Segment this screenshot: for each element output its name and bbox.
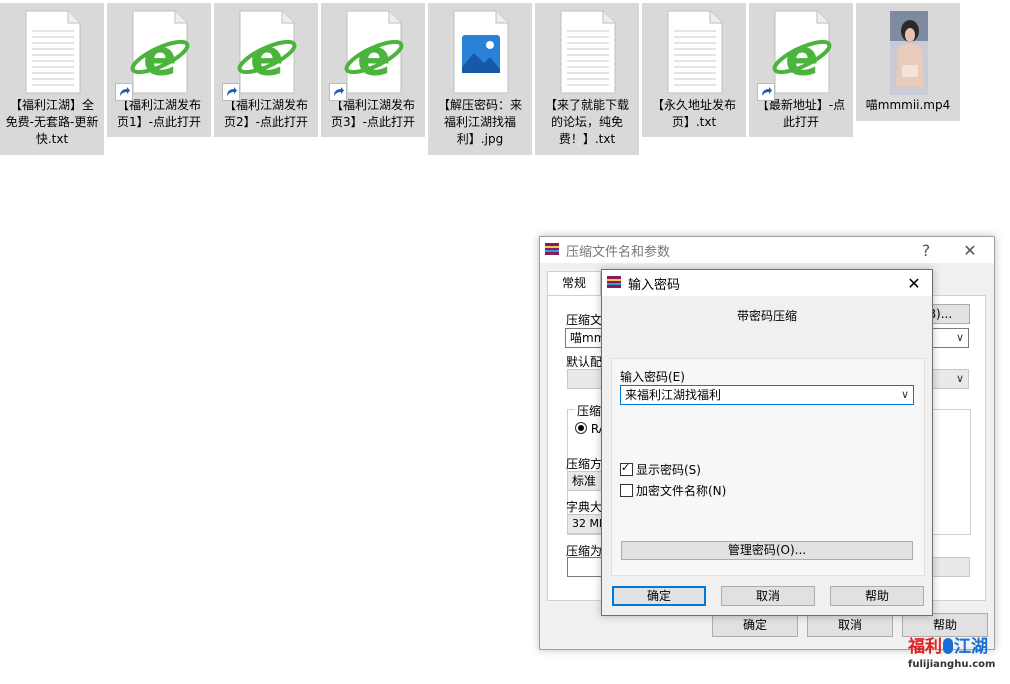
checkbox-checked-icon bbox=[620, 461, 633, 476]
video-thumbnail bbox=[868, 7, 948, 97]
file-label: 【福利江湖发布页3】-点此打开 bbox=[330, 98, 415, 129]
ie-browser-icon: e bbox=[222, 7, 306, 101]
dictionary-label: 字典大 bbox=[566, 500, 603, 514]
image-file-icon bbox=[440, 7, 520, 97]
tab-general[interactable]: 常规 bbox=[547, 271, 601, 296]
watermark-text-left: 福利 bbox=[908, 637, 942, 657]
default-profile-label: 默认配 bbox=[566, 355, 603, 369]
desktop-file-area: 【福利江湖】全免费-无套路-更新快.txt e 【福利江湖发布页1】-点此打开 … bbox=[0, 0, 1010, 160]
winrar-icon bbox=[544, 241, 560, 260]
watermark-url: fulijianghu.com bbox=[908, 659, 996, 670]
manage-passwords-button[interactable]: 管理密码(O)... bbox=[621, 541, 913, 560]
svg-text:e: e bbox=[357, 29, 391, 87]
password-heading: 带密码压缩 bbox=[736, 309, 797, 323]
chevron-down-icon: ∨ bbox=[900, 388, 909, 401]
show-password-checkbox[interactable]: 显示密码(S) bbox=[620, 461, 701, 478]
text-file-icon bbox=[654, 7, 734, 97]
password-cancel-button[interactable]: 取消 bbox=[721, 586, 815, 606]
file-label: 【福利江湖】全免费-无套路-更新快.txt bbox=[5, 98, 99, 146]
file-item-release-page-1[interactable]: e 【福利江湖发布页1】-点此打开 bbox=[107, 3, 211, 137]
file-label: 【福利江湖发布页1】-点此打开 bbox=[116, 98, 201, 129]
close-icon[interactable]: ✕ bbox=[950, 237, 990, 263]
file-label: 【最新地址】-点此打开 bbox=[756, 98, 846, 129]
file-label: 【永久地址发布页】.txt bbox=[651, 98, 736, 129]
archive-name-label: 压缩文 bbox=[566, 313, 603, 327]
mouse-logo-icon bbox=[943, 638, 953, 654]
archive-dialog-title: 压缩文件名和参数 bbox=[566, 244, 671, 260]
method-label: 压缩方 bbox=[566, 457, 603, 471]
file-label: 【来了就能下载的论坛，纯免费！】.txt bbox=[544, 98, 629, 146]
chevron-down-icon: ∨ bbox=[955, 372, 964, 385]
shortcut-arrow-icon bbox=[115, 83, 133, 101]
ie-browser-icon: e bbox=[329, 7, 413, 101]
file-item-welfare-txt[interactable]: 【福利江湖】全免费-无套路-更新快.txt bbox=[0, 3, 104, 155]
text-file-icon bbox=[547, 7, 627, 97]
winrar-icon bbox=[606, 274, 622, 293]
ie-browser-icon: e bbox=[115, 7, 199, 101]
file-label: 喵mmmii.mp4 bbox=[865, 98, 951, 112]
help-question-button[interactable]: ? bbox=[906, 237, 946, 263]
svg-text:e: e bbox=[785, 29, 819, 87]
watermark-text-right: 江湖 bbox=[954, 637, 988, 657]
file-item-release-page-2[interactable]: e 【福利江湖发布页2】-点此打开 bbox=[214, 3, 318, 137]
archive-ok-button[interactable]: 确定 bbox=[712, 613, 798, 637]
password-dialog: 输入密码 ✕ 带密码压缩 输入密码(E) 来福利江湖找福利 ∨ 显示密码(S) … bbox=[601, 269, 933, 616]
file-item-release-page-3[interactable]: e 【福利江湖发布页3】-点此打开 bbox=[321, 3, 425, 137]
file-item-permanent-address-txt[interactable]: 【永久地址发布页】.txt bbox=[642, 3, 746, 137]
password-help-button[interactable]: 帮助 bbox=[830, 586, 924, 606]
file-label: 【解压密码：来福利江湖找福利】.jpg bbox=[437, 98, 522, 146]
shortcut-arrow-icon bbox=[329, 83, 347, 101]
password-input[interactable]: 来福利江湖找福利 ∨ bbox=[620, 385, 914, 405]
site-watermark: 福利 江湖 fulijianghu.com bbox=[908, 636, 1008, 680]
password-dialog-title: 输入密码 bbox=[628, 277, 681, 293]
file-item-unzip-password-jpg[interactable]: 【解压密码：来福利江湖找福利】.jpg bbox=[428, 3, 532, 155]
svg-text:e: e bbox=[143, 29, 177, 87]
ie-browser-icon: e bbox=[757, 7, 841, 101]
close-icon[interactable]: ✕ bbox=[896, 270, 932, 296]
password-dialog-titlebar[interactable]: 输入密码 bbox=[602, 270, 932, 296]
svg-text:e: e bbox=[250, 29, 284, 87]
password-label: 输入密码(E) bbox=[620, 370, 685, 384]
file-item-video-mp4[interactable]: 喵mmmii.mp4 bbox=[856, 3, 960, 121]
encrypt-names-checkbox[interactable]: 加密文件名称(N) bbox=[620, 482, 726, 499]
archive-help-button[interactable]: 帮助 bbox=[902, 613, 988, 637]
shortcut-arrow-icon bbox=[757, 83, 775, 101]
archive-cancel-button[interactable]: 取消 bbox=[807, 613, 893, 637]
format-group-label: 压缩 bbox=[575, 402, 604, 419]
shortcut-arrow-icon bbox=[222, 83, 240, 101]
file-item-latest-address[interactable]: e 【最新地址】-点此打开 bbox=[749, 3, 853, 137]
file-label: 【福利江湖发布页2】-点此打开 bbox=[223, 98, 308, 129]
text-file-icon bbox=[12, 7, 92, 97]
file-item-forum-txt[interactable]: 【来了就能下载的论坛，纯免费！】.txt bbox=[535, 3, 639, 155]
checkbox-unchecked-icon bbox=[620, 484, 633, 497]
show-password-label: 显示密码(S) bbox=[636, 463, 701, 477]
password-value: 来福利江湖找福利 bbox=[625, 388, 722, 402]
radio-selected-icon bbox=[575, 422, 587, 434]
encrypt-names-label: 加密文件名称(N) bbox=[636, 484, 727, 498]
password-ok-button[interactable]: 确定 bbox=[612, 586, 706, 606]
chevron-down-icon: ∨ bbox=[955, 331, 964, 344]
